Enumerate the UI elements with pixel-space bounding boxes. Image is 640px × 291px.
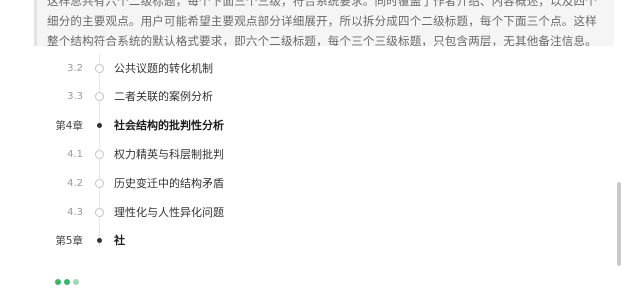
outline-number: 4.3 [67,206,83,218]
outline-item[interactable]: 3.3 二者关联的案例分析 [0,82,600,110]
outline-item[interactable]: 3.2 公共议题的转化机制 [0,54,600,82]
chapter-number: 第4章 [55,119,83,132]
scrollbar-thumb[interactable] [617,182,621,266]
outline-node-icon [95,208,104,217]
chapter-number: 第5章 [55,234,83,247]
outline-chapter[interactable]: 第5章 社 [0,226,600,254]
typing-dot [64,279,70,285]
outline-number: 3.2 [67,62,83,74]
outline-title: 历史变迁中的结构矛盾 [114,177,224,190]
typing-dot [55,279,61,285]
outline-item[interactable]: 4.2 历史变迁中的结构矛盾 [0,169,600,197]
thinking-note: 这样总共有六个二级标题，每个下面三个三级，符合系统要求。同时覆盖了作者介绍、内容… [34,0,614,46]
outline-number: 4.2 [67,177,83,189]
outline-list: 3.2 公共议题的转化机制 3.3 二者关联的案例分析 第4章 社会结构的批判性… [0,54,600,254]
typing-dot [73,279,79,285]
outline-title: 权力精英与科层制批判 [114,148,224,161]
outline-item[interactable]: 4.1 权力精英与科层制批判 [0,140,600,168]
typing-dots-icon [55,279,79,285]
outline-item[interactable]: 4.3 理性化与人性异化问题 [0,198,600,226]
outline-title: 公共议题的转化机制 [114,62,213,75]
outline-title: 二者关联的案例分析 [114,90,213,103]
chapter-title: 社 [114,234,125,247]
thinking-note-text: 这样总共有六个二级标题，每个下面三个三级，符合系统要求。同时覆盖了作者介绍、内容… [47,0,597,46]
outline-node-icon [95,150,104,159]
outline-title: 理性化与人性异化问题 [114,206,224,219]
outline-node-icon [95,92,104,101]
outline-number: 3.3 [67,90,83,102]
outline-chapter[interactable]: 第4章 社会结构的批判性分析 [0,111,600,139]
outline-node-icon [95,64,104,73]
outline-node-icon [95,179,104,188]
chapter-node-icon [97,123,102,128]
chapter-title: 社会结构的批判性分析 [114,119,224,132]
outline-number: 4.1 [67,148,83,160]
chapter-node-icon [97,238,102,243]
